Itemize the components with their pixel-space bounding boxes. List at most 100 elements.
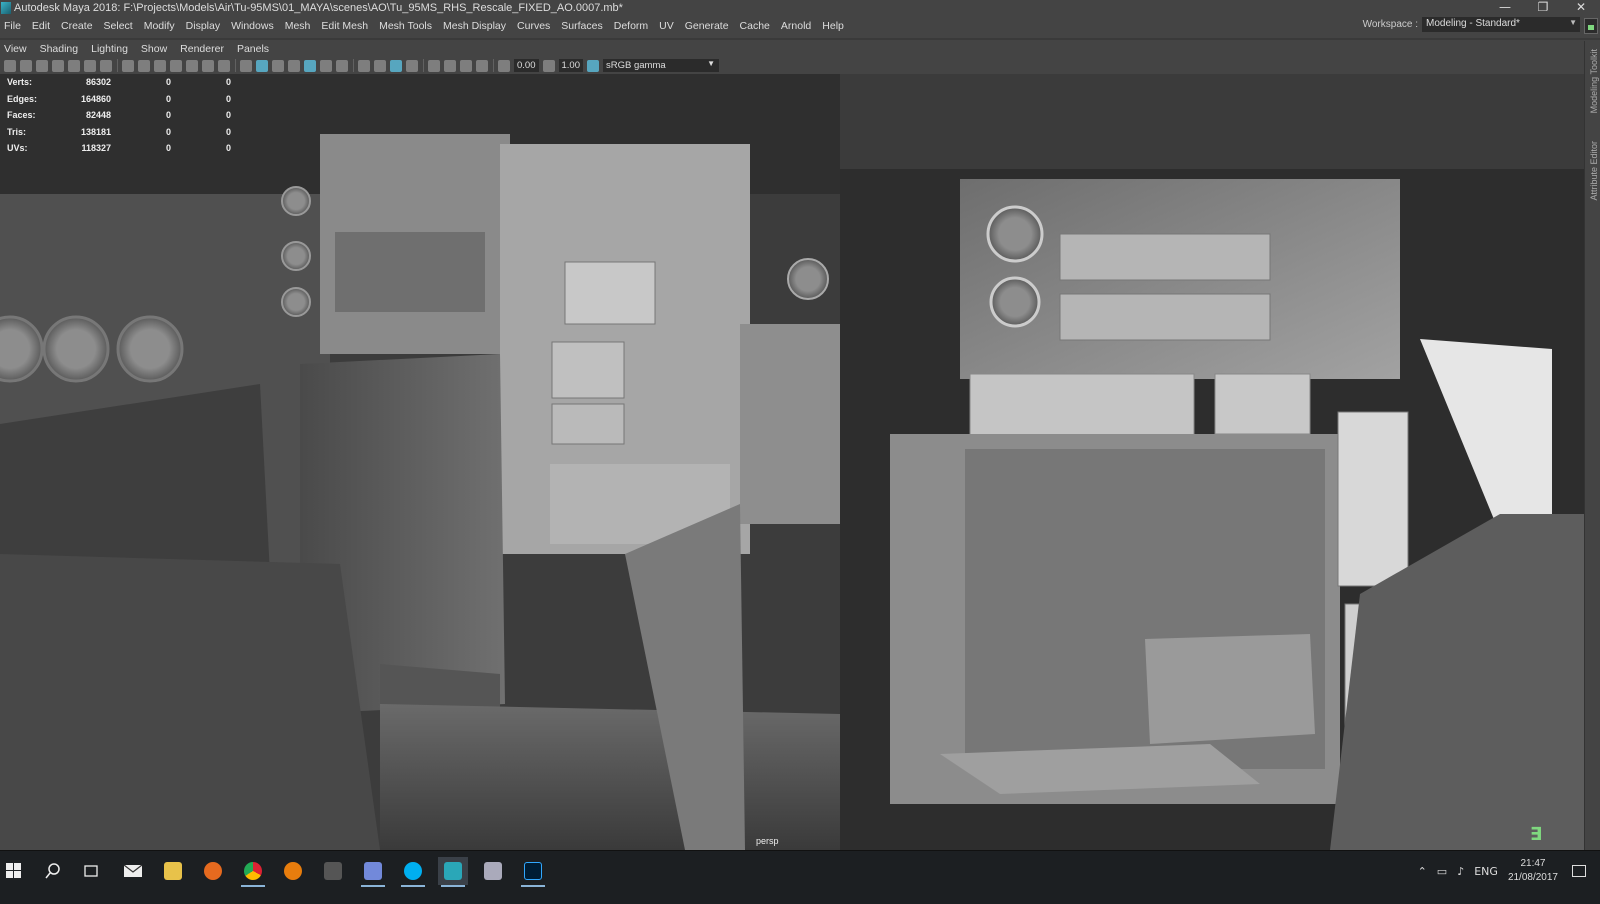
image-plane-icon[interactable] [52, 59, 64, 72]
menu-mesh-display[interactable]: Mesh Display [443, 20, 513, 32]
menu-mesh-tools[interactable]: Mesh Tools [379, 20, 439, 32]
close-button[interactable]: ✕ [1562, 0, 1600, 15]
exposure-icon[interactable] [498, 59, 510, 72]
menu-generate[interactable]: Generate [685, 20, 736, 32]
main-menu-bar: File Edit Create Select Modify Display W… [0, 15, 1600, 36]
file-explorer-icon[interactable] [158, 857, 188, 885]
chevron-up-icon[interactable]: ⌃ [1418, 865, 1427, 878]
poly-count-hud: Verts: 86302 0 0 Edges: 164860 0 0 Faces… [7, 74, 231, 157]
cabinet-drawer [1059, 293, 1271, 341]
screen-space-ao-icon[interactable] [358, 59, 370, 72]
menu-file[interactable]: File [4, 20, 28, 32]
use-default-material-icon[interactable] [304, 59, 316, 72]
input-language[interactable]: ENG [1474, 865, 1498, 878]
search-icon[interactable] [38, 857, 68, 885]
menu-modify[interactable]: Modify [144, 20, 182, 32]
panel-menu-lighting[interactable]: Lighting [91, 43, 137, 55]
gamma-icon[interactable] [542, 59, 555, 72]
panel-menu-renderer[interactable]: Renderer [180, 43, 233, 55]
menu-uv[interactable]: UV [659, 20, 681, 32]
discord-icon[interactable] [358, 857, 388, 887]
anti-aliasing-icon[interactable] [390, 59, 402, 72]
skype-icon[interactable] [398, 857, 428, 887]
wireframe-on-shaded-icon[interactable] [272, 59, 284, 72]
hud-value: 0 [165, 93, 171, 104]
safe-action-icon[interactable] [202, 59, 214, 72]
panel-menu-panels[interactable]: Panels [237, 43, 278, 55]
menu-select[interactable]: Select [104, 20, 140, 32]
isolate-select-icon[interactable] [428, 59, 440, 72]
pencil-icon[interactable] [100, 59, 112, 72]
attribute-editor-tab[interactable]: Attribute Editor [1589, 141, 1599, 201]
safe-title-icon[interactable] [218, 59, 230, 72]
2d-pan-zoom-icon[interactable] [84, 59, 96, 72]
gate-mask-icon[interactable] [170, 59, 182, 72]
minimize-button[interactable]: — [1486, 0, 1524, 15]
resolution-gate-icon[interactable] [154, 59, 166, 72]
gamma-field[interactable]: 1.00 [558, 59, 583, 72]
xray-icon[interactable] [444, 59, 456, 72]
grease-pencil-icon[interactable] [68, 59, 80, 72]
clock[interactable]: 21:47 21/08/2017 [1508, 857, 1558, 885]
depth-of-field-icon[interactable] [406, 59, 418, 72]
menu-curves[interactable]: Curves [517, 20, 557, 32]
menu-arnold[interactable]: Arnold [781, 20, 818, 32]
menu-display[interactable]: Display [186, 20, 227, 32]
smooth-shade-icon[interactable] [256, 59, 268, 72]
menu-create[interactable]: Create [61, 20, 100, 32]
notification-icon[interactable] [1572, 865, 1586, 877]
gauge-dial [281, 287, 311, 317]
bookmark-icon[interactable] [36, 59, 48, 72]
exposure-field[interactable]: 0.00 [514, 59, 539, 72]
menu-mesh[interactable]: Mesh [285, 20, 318, 32]
grid-icon[interactable] [122, 59, 134, 72]
xray-joints-icon[interactable] [476, 59, 488, 72]
menu-windows[interactable]: Windows [231, 20, 281, 32]
color-space-dropdown[interactable]: sRGB gamma ▼ [603, 59, 719, 72]
workspace-dropdown[interactable]: Modeling - Standard* ▼ [1422, 17, 1580, 32]
photo-viewer-icon[interactable] [478, 857, 508, 885]
menu-edit-mesh[interactable]: Edit Mesh [321, 20, 375, 32]
select-camera-icon[interactable] [4, 59, 16, 72]
blender-icon[interactable] [278, 857, 308, 885]
wireframe-icon[interactable] [240, 59, 252, 72]
network-icon[interactable]: ▭ [1437, 865, 1447, 878]
camera-attributes-icon[interactable] [20, 59, 32, 72]
panel-menu-show[interactable]: Show [141, 43, 176, 55]
menu-surfaces[interactable]: Surfaces [561, 20, 609, 32]
film-gate-icon[interactable] [138, 59, 150, 72]
menu-edit[interactable]: Edit [32, 20, 57, 32]
chrome-icon[interactable] [238, 857, 268, 887]
shadows-icon[interactable] [336, 59, 348, 72]
panel-menu-shading[interactable]: Shading [40, 43, 88, 55]
motion-blur-icon[interactable] [374, 59, 386, 72]
app-icon[interactable] [318, 857, 348, 885]
menu-deform[interactable]: Deform [614, 20, 655, 32]
restore-button[interactable]: ❐ [1524, 0, 1562, 15]
hud-value: 0 [225, 77, 231, 88]
lights-icon[interactable] [320, 59, 332, 72]
hud-row-edges: Edges: 164860 0 0 [7, 91, 231, 108]
panel-menu-view[interactable]: View [4, 43, 36, 55]
menu-help[interactable]: Help [822, 20, 851, 32]
mail-icon[interactable] [118, 857, 148, 885]
modeling-toolkit-tab[interactable]: Modeling Toolkit [1589, 49, 1599, 113]
field-chart-icon[interactable] [186, 59, 198, 72]
windows-start-button[interactable] [6, 863, 22, 879]
textured-icon[interactable] [288, 59, 300, 72]
volume-icon[interactable]: ♪ [1457, 865, 1464, 878]
chevron-down-icon: ▼ [1569, 18, 1577, 27]
persp-viewport[interactable] [0, 74, 1584, 850]
menu-cache[interactable]: Cache [740, 20, 777, 32]
task-view-icon[interactable] [76, 857, 106, 885]
photoshop-icon[interactable] [518, 857, 548, 887]
color-space-value: sRGB gamma [606, 60, 666, 71]
firefox-icon[interactable] [198, 857, 228, 885]
maya-taskbar-icon[interactable] [438, 857, 468, 887]
lock-icon[interactable] [1584, 18, 1598, 34]
hud-value: 0 [225, 110, 231, 121]
color-management-icon[interactable] [587, 59, 599, 72]
hud-label: Tris: [7, 126, 27, 137]
hud-label: Verts: [7, 77, 33, 88]
xray-active-icon[interactable] [460, 59, 472, 72]
